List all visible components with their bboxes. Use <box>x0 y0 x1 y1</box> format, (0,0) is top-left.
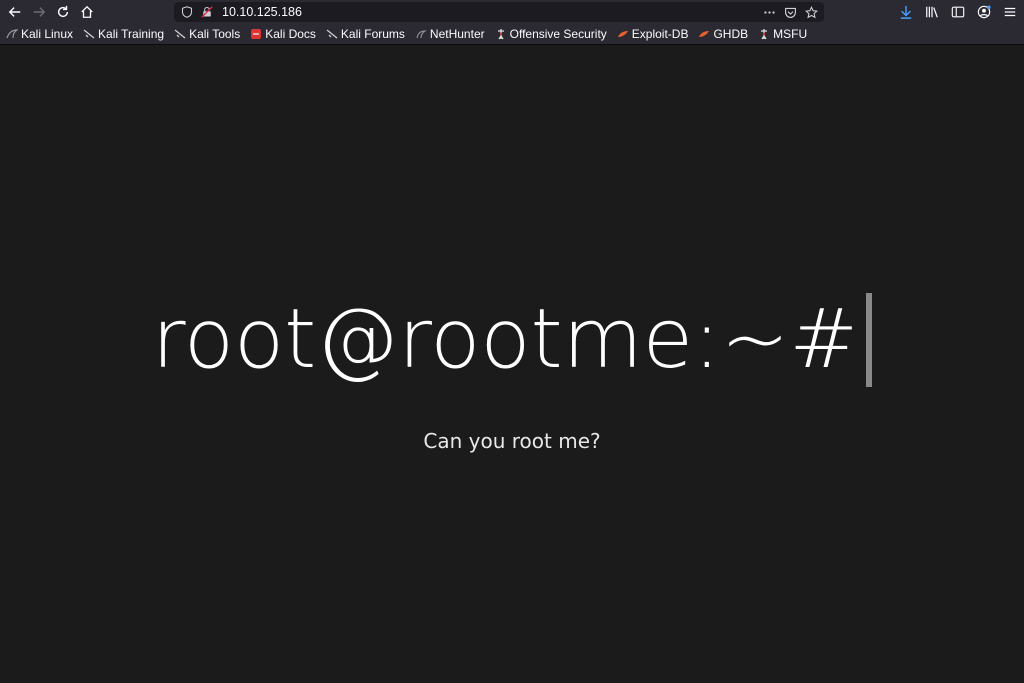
insecure-connection-icon[interactable] <box>200 5 214 19</box>
hamburger-menu-icon <box>1004 7 1016 17</box>
headline-container: root@rootme:~# <box>151 292 873 387</box>
kali-dragon-icon <box>326 28 338 40</box>
bookmark-label: Kali Linux <box>21 27 74 41</box>
account-button[interactable] <box>976 4 992 20</box>
kali-dragon-icon <box>6 28 18 40</box>
downloads-button[interactable] <box>898 4 914 20</box>
kali-dragon-icon <box>83 28 95 40</box>
browser-chrome: 10.10.125.186 Kali Linux Kali Training K… <box>0 0 1024 45</box>
nethunter-icon <box>415 28 427 40</box>
bookmark-kali-training[interactable]: Kali Training <box>83 27 164 41</box>
account-icon <box>977 5 991 19</box>
kali-dragon-icon <box>174 28 186 40</box>
bookmarks-toolbar: Kali Linux Kali Training Kali Tools Kali… <box>0 24 1024 44</box>
bookmark-kali-docs[interactable]: Kali Docs <box>250 27 316 41</box>
reload-button[interactable] <box>52 1 74 23</box>
blinking-cursor <box>866 293 873 387</box>
page-content: root@rootme:~# Can you root me? <box>0 45 1024 683</box>
home-button[interactable] <box>76 1 98 23</box>
bookmark-label: Kali Training <box>98 27 165 41</box>
library-icon <box>926 6 938 18</box>
sidebar-icon <box>951 6 965 18</box>
msfu-icon <box>758 28 770 40</box>
bookmark-exploit-db[interactable]: Exploit-DB <box>617 27 689 41</box>
toolbar-right <box>898 2 1018 22</box>
bookmark-kali-tools[interactable]: Kali Tools <box>174 27 240 41</box>
kali-docs-icon <box>250 28 262 40</box>
page-headline: root@rootme:~# <box>151 292 859 387</box>
bookmark-label: Exploit-DB <box>631 27 689 41</box>
tracking-shield-icon[interactable] <box>180 5 194 19</box>
bookmark-kali-forums[interactable]: Kali Forums <box>326 27 405 41</box>
home-icon <box>81 5 93 18</box>
bookmark-ghdb[interactable]: GHDB <box>698 27 748 41</box>
forward-arrow-icon <box>33 7 46 17</box>
bookmark-label: Kali Forums <box>340 27 405 41</box>
navigation-toolbar: 10.10.125.186 <box>0 0 1024 24</box>
app-menu-button[interactable] <box>1002 4 1018 20</box>
offsec-icon <box>495 28 507 40</box>
bookmark-nethunter[interactable]: NetHunter <box>415 27 485 41</box>
pocket-button[interactable] <box>783 5 797 19</box>
page-tagline: Can you root me? <box>423 429 601 453</box>
bookmark-label: MSFU <box>773 27 808 41</box>
download-icon <box>900 5 912 19</box>
bookmark-label: NetHunter <box>429 27 485 41</box>
browser-window: 10.10.125.186 Kali Linux Kali Training K… <box>0 0 1024 683</box>
bookmark-msfu[interactable]: MSFU <box>758 27 807 41</box>
bookmark-label: Offensive Security <box>509 27 607 41</box>
url-bar-actions <box>762 5 818 19</box>
page-actions-button[interactable] <box>762 5 776 19</box>
bookmark-offensive-security[interactable]: Offensive Security <box>495 27 607 41</box>
bookmark-label: Kali Tools <box>189 27 241 41</box>
forward-button[interactable] <box>28 1 50 23</box>
ghdb-icon <box>698 28 710 40</box>
pocket-icon <box>784 7 796 18</box>
bookmark-label: GHDB <box>713 27 749 41</box>
bookmark-kali-linux[interactable]: Kali Linux <box>6 27 73 41</box>
library-button[interactable] <box>924 4 940 20</box>
bookmark-star-button[interactable] <box>804 5 818 19</box>
more-dots-icon <box>763 10 775 14</box>
back-arrow-icon <box>8 7 21 17</box>
url-text[interactable]: 10.10.125.186 <box>222 5 302 19</box>
star-icon <box>804 5 818 18</box>
url-bar[interactable]: 10.10.125.186 <box>174 2 824 22</box>
sidebar-button[interactable] <box>950 4 966 20</box>
reload-icon <box>57 5 69 18</box>
back-button[interactable] <box>4 1 26 23</box>
exploitdb-icon <box>617 28 629 40</box>
bookmark-label: Kali Docs <box>265 27 316 41</box>
